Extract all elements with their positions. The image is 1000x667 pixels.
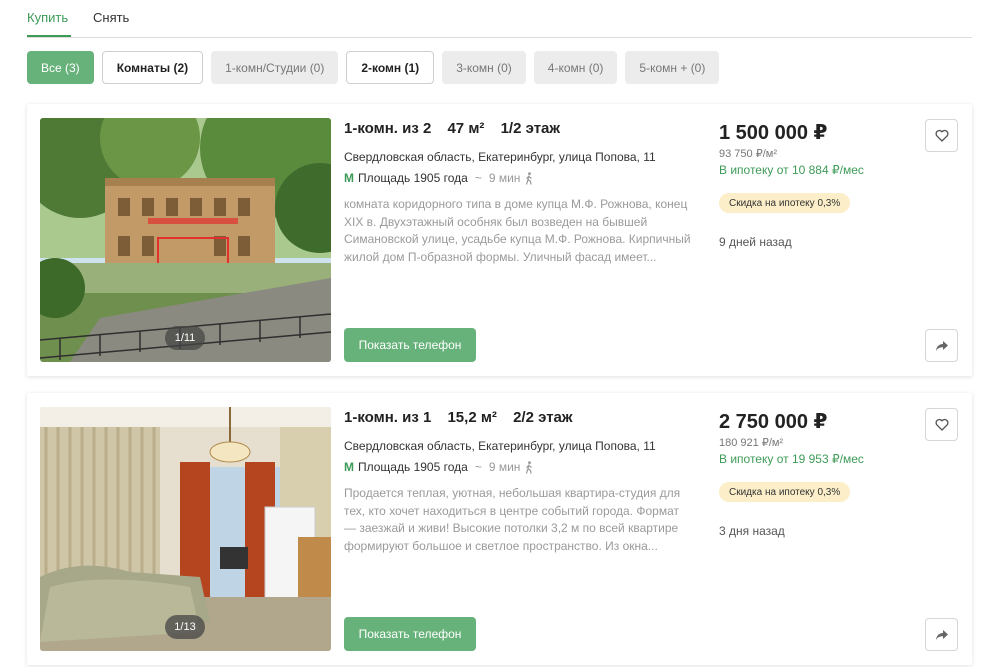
filter-1-room-studio[interactable]: 1-комн/Студии (0) xyxy=(211,51,339,84)
approx-sign: ~ xyxy=(474,171,482,185)
listing-rooms: 1-комн. из 1 xyxy=(344,409,432,426)
listing-title[interactable]: 1-комн. из 1 15,2 м² 2/2 этаж xyxy=(344,409,585,426)
filter-5-plus-room[interactable]: 5-комн + (0) xyxy=(625,51,720,84)
favorite-button[interactable] xyxy=(925,119,958,152)
heart-icon xyxy=(935,129,948,142)
active-tab-underline xyxy=(27,35,71,37)
walking-person-icon xyxy=(526,171,533,185)
share-button[interactable] xyxy=(925,329,958,362)
listing-card[interactable]: 1/11 1-комн. из 2 47 м² 1/2 этаж Свердло… xyxy=(27,104,972,376)
listing-address: Свердловская область, Екатеринбург, улиц… xyxy=(344,150,656,164)
filter-3-room[interactable]: 3-комн (0) xyxy=(442,51,526,84)
share-button[interactable] xyxy=(925,618,958,651)
filter-all[interactable]: Все (3) xyxy=(27,51,94,84)
filter-2-room[interactable]: 2-комн (1) xyxy=(346,51,435,84)
photo-counter: 1/13 xyxy=(165,615,205,639)
show-phone-button[interactable]: Показать телефон xyxy=(344,617,476,651)
mortgage-link[interactable]: В ипотеку от 19 953 ₽/мес xyxy=(719,452,864,466)
price-per-meter: 93 750 ₽/м² xyxy=(719,148,777,160)
deal-type-tabs: Купить Снять xyxy=(27,0,972,38)
show-phone-button[interactable]: Показать телефон xyxy=(344,328,476,362)
metro-icon: М xyxy=(344,460,354,474)
tab-buy[interactable]: Купить xyxy=(27,10,68,25)
price-per-meter: 180 921 ₽/м² xyxy=(719,437,784,449)
favorite-button[interactable] xyxy=(925,408,958,441)
posted-date: 9 дней назад xyxy=(719,235,792,249)
walking-person-icon xyxy=(526,460,533,474)
listing-price: 1 500 000 ₽ xyxy=(719,122,828,144)
listing-floor: 2/2 этаж xyxy=(513,409,573,426)
filter-4-room[interactable]: 4-комн (0) xyxy=(533,51,618,84)
mortgage-discount-badge: Скидка на ипотеку 0,3% xyxy=(719,482,851,502)
walk-time: 9 мин xyxy=(488,460,521,474)
listing-rooms: 1-комн. из 2 xyxy=(344,120,432,137)
walk-time: 9 мин xyxy=(488,171,521,185)
share-arrow-icon xyxy=(935,629,948,640)
filter-rooms[interactable]: Комнаты (2) xyxy=(101,51,204,84)
room-filter-bar: Все (3) Комнаты (2) 1-комн/Студии (0) 2-… xyxy=(27,51,720,84)
listing-photo[interactable]: 1/13 xyxy=(40,407,331,651)
listing-photo[interactable]: 1/11 xyxy=(40,118,331,362)
posted-date: 3 дня назад xyxy=(719,524,785,538)
tab-rent[interactable]: Снять xyxy=(93,10,129,25)
listing-description: комната коридорного типа в доме купца М.… xyxy=(344,197,691,264)
listing-floor: 1/2 этаж xyxy=(500,120,561,137)
mortgage-link[interactable]: В ипотеку от 10 884 ₽/мес xyxy=(719,163,864,177)
photo-counter: 1/11 xyxy=(165,326,205,350)
listing-description: Продается теплая, уютная, небольшая квар… xyxy=(344,486,681,553)
mortgage-discount-badge: Скидка на ипотеку 0,3% xyxy=(719,193,851,213)
heart-icon xyxy=(935,418,948,431)
metro-station: Площадь 1905 года xyxy=(358,171,468,185)
listing-metro: М Площадь 1905 года ~ 9 мин xyxy=(344,171,534,185)
listing-metro: М Площадь 1905 года ~ 9 мин xyxy=(344,460,534,474)
share-arrow-icon xyxy=(935,340,948,351)
listing-title[interactable]: 1-комн. из 2 47 м² 1/2 этаж xyxy=(344,120,572,137)
metro-station: Площадь 1905 года xyxy=(358,460,468,474)
listing-price: 2 750 000 ₽ xyxy=(719,411,828,433)
metro-icon: М xyxy=(344,171,354,185)
approx-sign: ~ xyxy=(474,460,482,474)
listing-address: Свердловская область, Екатеринбург, улиц… xyxy=(344,439,656,453)
listing-area: 15,2 м² xyxy=(447,409,497,426)
listing-area: 47 м² xyxy=(447,120,485,137)
listing-card[interactable]: 1/13 1-комн. из 1 15,2 м² 2/2 этаж Сверд… xyxy=(27,393,972,665)
